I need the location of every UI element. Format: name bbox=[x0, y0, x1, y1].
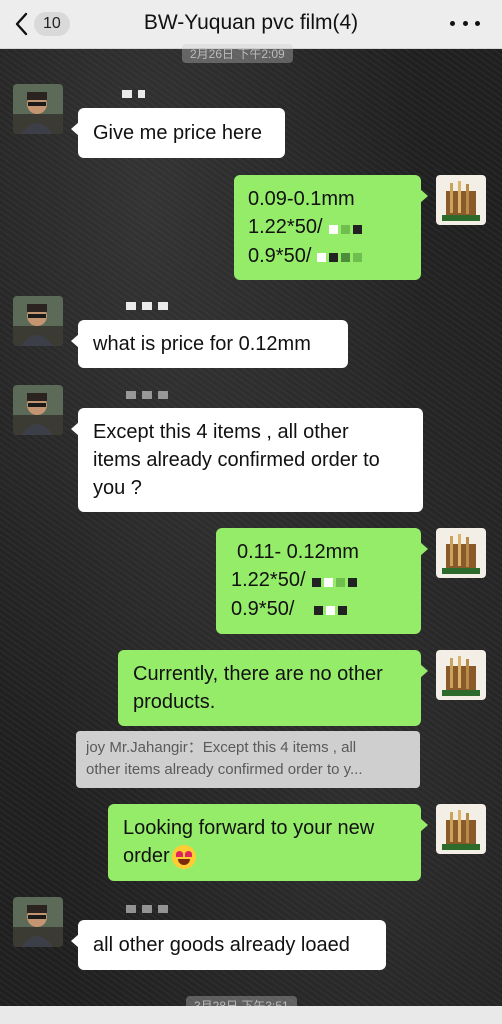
more-dot bbox=[462, 20, 468, 26]
sender-name-blurred bbox=[82, 903, 192, 915]
chevron-left-icon bbox=[15, 12, 28, 36]
more-dot bbox=[475, 20, 480, 26]
message-line-with-redaction: 1.22*50/ bbox=[231, 566, 406, 595]
message-line-with-redaction: 0.9*50/ bbox=[248, 242, 407, 271]
sender-name-blurred bbox=[82, 389, 192, 401]
quoted-message[interactable]: joy Mr.Jahangir：Except this 4 items , al… bbox=[76, 731, 420, 788]
redacted-mosaic bbox=[317, 242, 365, 270]
message-line: Looking forward to your new bbox=[123, 817, 375, 839]
message-bubble-outgoing[interactable]: Currently, there are no other products. bbox=[118, 650, 428, 726]
input-bar-edge bbox=[0, 1006, 502, 1024]
sender-name-blurred bbox=[82, 88, 192, 100]
contact-avatar[interactable] bbox=[13, 897, 63, 947]
message-line-with-redaction: 1.22*50/ bbox=[248, 213, 407, 242]
message-line-with-emoji: order bbox=[123, 842, 406, 870]
chat-header: 10 BW-Yuquan pvc film(4) bbox=[0, 0, 502, 49]
more-dots-icon bbox=[450, 20, 455, 26]
more-options-button[interactable] bbox=[450, 13, 480, 33]
quote-line: other items already confirmed order to y… bbox=[86, 761, 363, 778]
my-avatar[interactable] bbox=[436, 650, 486, 700]
sender-name-blurred bbox=[82, 300, 192, 312]
contact-avatar[interactable] bbox=[13, 385, 63, 435]
quote-line: joy Mr.Jahangir：Except this 4 items , al… bbox=[86, 739, 357, 756]
message-bubble-incoming[interactable]: what is price for 0.12mm bbox=[71, 320, 348, 368]
my-avatar[interactable] bbox=[436, 804, 486, 854]
contact-avatar[interactable] bbox=[13, 296, 63, 346]
message-line: 0.11- 0.12mm bbox=[237, 541, 359, 563]
message-text: Give me price here bbox=[93, 122, 262, 144]
redacted-mosaic bbox=[314, 595, 350, 623]
message-bubble-outgoing[interactable]: 0.11- 0.12mm 1.22*50/ 0.9*50/ bbox=[216, 528, 428, 634]
redacted-mosaic bbox=[328, 214, 365, 242]
chat-title: BW-Yuquan pvc film(4) bbox=[143, 11, 359, 34]
message-line: 0.9*50/ bbox=[231, 597, 295, 620]
my-avatar[interactable] bbox=[436, 528, 486, 578]
message-line: 1.22*50/ bbox=[231, 569, 306, 591]
message-bubble-incoming[interactable]: Except this 4 items , all other items al… bbox=[71, 408, 423, 512]
message-line: Currently, there are no other bbox=[133, 663, 383, 685]
message-text: all other goods already loaed bbox=[93, 934, 350, 956]
heart-eyes-emoji-icon bbox=[171, 844, 196, 869]
message-bubble-incoming[interactable]: all other goods already loaed bbox=[71, 920, 386, 970]
message-line-with-redaction: 0.9*50/ bbox=[231, 595, 406, 624]
message-line: Except this 4 items , all other bbox=[93, 421, 349, 443]
message-line: you ? bbox=[93, 477, 142, 499]
message-bubble-outgoing[interactable]: 0.09-0.1mm 1.22*50/ 0.9*50/ bbox=[234, 175, 428, 280]
message-bubble-incoming[interactable]: Give me price here bbox=[71, 108, 285, 158]
message-line: products. bbox=[133, 691, 216, 713]
message-line: 1.22*50/ bbox=[248, 216, 323, 238]
contact-avatar[interactable] bbox=[13, 84, 63, 134]
message-text: what is price for 0.12mm bbox=[93, 333, 311, 355]
my-avatar[interactable] bbox=[436, 175, 486, 225]
redacted-mosaic bbox=[311, 567, 360, 595]
message-line: items already confirmed order to bbox=[93, 449, 380, 471]
message-line: order bbox=[123, 845, 170, 867]
timestamp-top: 2月26日 下午2:09 bbox=[182, 44, 293, 63]
back-button[interactable]: 10 bbox=[14, 8, 70, 40]
message-line: 0.9*50/ bbox=[248, 244, 312, 267]
unread-count-badge: 10 bbox=[34, 12, 70, 36]
message-bubble-outgoing[interactable]: Looking forward to your new order bbox=[108, 804, 428, 881]
message-line: 0.09-0.1mm bbox=[248, 188, 355, 210]
